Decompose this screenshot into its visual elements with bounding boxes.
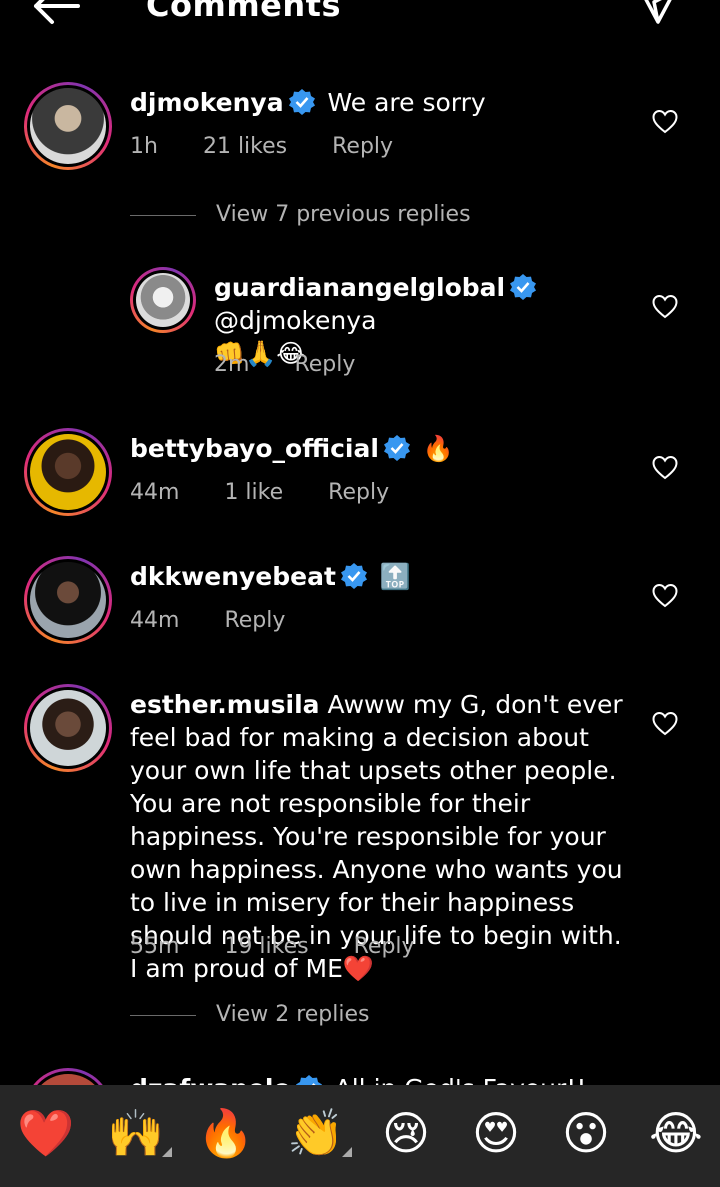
username[interactable]: djmokenya [130, 88, 284, 117]
heart-icon[interactable] [652, 583, 678, 609]
timestamp: 44m [130, 608, 180, 633]
verified-badge-icon [510, 274, 537, 300]
laughing-reaction-button[interactable]: 😂 [646, 1107, 706, 1159]
crying-reaction-button[interactable]: 😢 [376, 1107, 436, 1159]
fire-reaction-button[interactable]: 🔥 [196, 1107, 256, 1159]
comment-emoji: 🔝 [379, 562, 412, 591]
heart-icon[interactable] [652, 294, 678, 320]
verified-badge-icon [288, 89, 315, 115]
clap-reaction-button[interactable]: 👏 [286, 1107, 352, 1159]
likes-count[interactable]: 19 likes [224, 934, 308, 959]
timestamp: 2m [214, 352, 250, 377]
variant-indicator-icon [342, 1147, 352, 1157]
comment-emoji: 🔥 [422, 434, 454, 463]
timestamp: 55m [130, 934, 180, 959]
send-icon[interactable] [638, 0, 678, 28]
quick-reaction-bar: ❤️ 🙌 🔥 👏 😢 😍 😮 😂 [0, 1085, 720, 1187]
heart-reaction-button[interactable]: ❤️ [16, 1107, 76, 1159]
page-title: Comments [146, 0, 341, 24]
likes-count[interactable]: 21 likes [203, 134, 287, 159]
variant-indicator-icon [162, 1147, 172, 1157]
avatar[interactable] [24, 82, 112, 170]
mention-link[interactable]: @djmokenya [214, 306, 376, 335]
reply-button[interactable]: Reply [224, 608, 285, 633]
heart-eyes-reaction-button[interactable]: 😍 [466, 1107, 526, 1159]
verified-badge-icon [383, 435, 410, 461]
comment-text: We are sorry [327, 88, 486, 117]
avatar[interactable] [24, 428, 112, 516]
username[interactable]: bettybayo_official [130, 434, 379, 463]
timestamp: 1h [130, 134, 158, 159]
reply-button[interactable]: Reply [354, 934, 415, 959]
raised-hands-reaction-button[interactable]: 🙌 [106, 1107, 172, 1159]
username[interactable]: esther.musila [130, 690, 320, 719]
verified-badge-icon [340, 563, 367, 589]
timestamp: 44m [130, 480, 180, 505]
view-previous-replies[interactable]: View 7 previous replies [130, 202, 471, 227]
surprised-reaction-button[interactable]: 😮 [556, 1107, 616, 1159]
likes-count[interactable]: 1 like [224, 480, 283, 505]
view-replies[interactable]: View 2 replies [130, 1002, 369, 1027]
header: Comments [0, 0, 720, 40]
heart-icon[interactable] [652, 711, 678, 737]
avatar[interactable] [24, 556, 112, 644]
reply-button[interactable]: Reply [328, 480, 389, 505]
reply-button[interactable]: Reply [294, 352, 355, 377]
avatar[interactable] [24, 684, 112, 772]
reply-button[interactable]: Reply [332, 134, 393, 159]
heart-icon[interactable] [652, 109, 678, 135]
username[interactable]: guardianangelglobal [214, 273, 505, 302]
back-arrow-icon[interactable] [30, 0, 82, 26]
username[interactable]: dkkwenyebeat [130, 562, 336, 591]
avatar[interactable] [130, 267, 196, 333]
heart-icon[interactable] [652, 455, 678, 481]
